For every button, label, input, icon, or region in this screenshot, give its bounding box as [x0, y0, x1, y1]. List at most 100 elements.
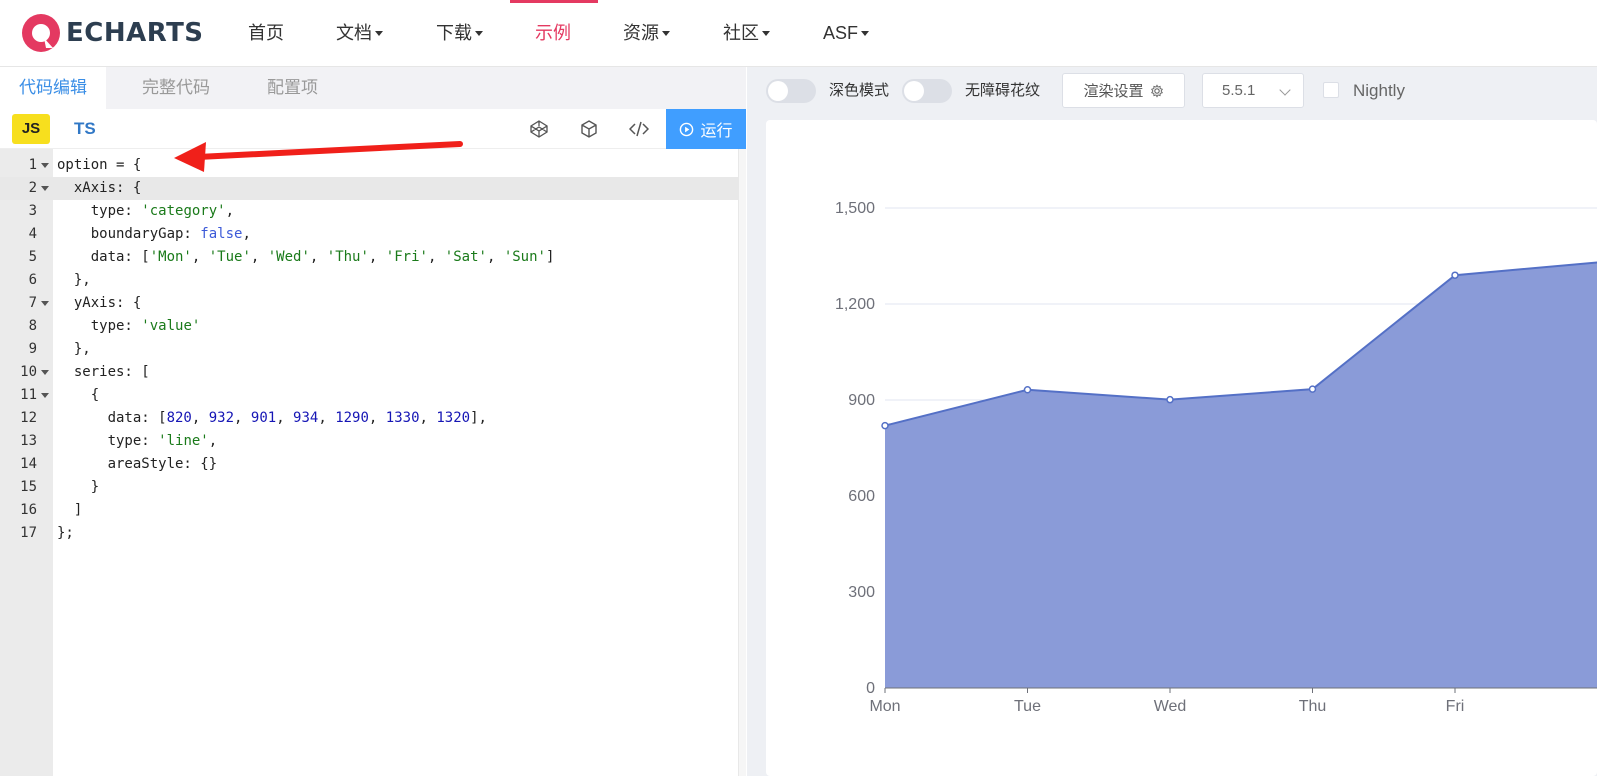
code-line[interactable]: 12 data: [820, 932, 901, 934, 1290, 1330… — [0, 407, 738, 430]
code-text: areaStyle: {} — [57, 456, 218, 472]
tab-options[interactable]: 配置项 — [248, 67, 337, 109]
code-line[interactable]: 13 type: 'line', — [0, 430, 738, 453]
code-line[interactable]: 9 }, — [0, 338, 738, 361]
echarts-logo[interactable]: ECHARTS — [20, 12, 204, 54]
code-line[interactable]: 2 xAxis: { — [0, 177, 738, 200]
code-text: series: [ — [57, 364, 150, 380]
code-text: }, — [57, 272, 91, 288]
y-tick-label: 0 — [866, 680, 875, 697]
caret-down-icon — [662, 31, 670, 36]
x-tick-label: Wed — [1154, 698, 1187, 715]
accessibility-toggle[interactable] — [902, 79, 952, 103]
code-line[interactable]: 3 type: 'category', — [0, 200, 738, 223]
y-tick-label: 900 — [848, 392, 875, 409]
run-button-label: 运行 — [700, 123, 733, 140]
nav-home[interactable]: 首页 — [248, 0, 284, 67]
code-text: type: 'category', — [57, 203, 235, 219]
nav-community-label: 社区 — [723, 23, 759, 43]
fold-toggle-icon[interactable] — [41, 163, 49, 168]
code-line[interactable]: 15 } — [0, 476, 738, 499]
line-number: 7 — [28, 295, 37, 311]
nav-resources-label: 资源 — [623, 23, 659, 43]
line-number: 4 — [28, 226, 37, 242]
line-number: 3 — [28, 203, 37, 219]
code-line[interactable]: 6 }, — [0, 269, 738, 292]
nightly-label: Nightly — [1353, 81, 1405, 100]
line-number: 17 — [20, 525, 37, 541]
y-tick-label: 1,500 — [835, 200, 875, 217]
series-area — [885, 262, 1597, 688]
line-number: 8 — [28, 318, 37, 334]
code-text: }; — [57, 525, 74, 541]
version-select[interactable]: 5.5.1 — [1202, 73, 1304, 108]
fold-toggle-icon[interactable] — [41, 186, 49, 191]
annotation-arrow — [174, 141, 463, 172]
data-point — [1308, 385, 1317, 393]
dark-mode-toggle[interactable] — [766, 79, 816, 103]
chevron-down-icon — [1279, 84, 1291, 96]
line-number: 1 — [28, 157, 37, 173]
code-text: } — [57, 479, 100, 495]
line-number: 13 — [20, 433, 37, 449]
render-settings-label: 渲染设置 — [1083, 83, 1144, 100]
y-tick-label: 300 — [848, 584, 875, 601]
dark-mode-label: 深色模式 — [829, 82, 890, 99]
code-line[interactable]: 16 ] — [0, 499, 738, 522]
lang-ts-button[interactable]: TS — [74, 114, 96, 144]
caret-down-icon — [762, 31, 770, 36]
editor-scrollbar[interactable] — [738, 149, 746, 776]
tab-full-code[interactable]: 完整代码 — [123, 67, 229, 109]
codesandbox-icon[interactable] — [579, 119, 599, 139]
code-embed-icon[interactable] — [629, 119, 649, 139]
nav-examples[interactable]: 示例 — [535, 0, 571, 67]
code-line[interactable]: 7 yAxis: { — [0, 292, 738, 315]
line-number: 16 — [20, 502, 37, 518]
line-number: 12 — [20, 410, 37, 426]
preview-panel: 深色模式 无障碍花纹 渲染设置 5.5.1 Nightly 0 300 600 900… — [747, 67, 1597, 776]
code-line[interactable]: 11 { — [0, 384, 738, 407]
caret-down-icon — [475, 31, 483, 36]
code-editor[interactable]: 1 option = {2 xAxis: {3 type: 'category',… — [0, 149, 746, 776]
nav-resources[interactable]: 资源 — [623, 0, 670, 67]
lang-js-button[interactable]: JS — [12, 114, 50, 144]
code-text: boundaryGap: false, — [57, 226, 251, 242]
nightly-checkbox[interactable] — [1323, 82, 1339, 98]
line-number: 11 — [20, 387, 37, 403]
code-text: xAxis: { — [57, 180, 142, 196]
render-settings-button[interactable]: 渲染设置 — [1062, 73, 1185, 108]
tab-code-edit[interactable]: 代码编辑 — [0, 67, 106, 109]
line-number: 5 — [28, 249, 37, 265]
y-tick-label: 600 — [848, 488, 875, 505]
codepen-icon[interactable] — [529, 119, 549, 139]
code-line[interactable]: 4 boundaryGap: false, — [0, 223, 738, 246]
caret-down-icon — [375, 31, 383, 36]
data-point — [1023, 386, 1032, 394]
code-line[interactable]: 17}; — [0, 522, 738, 545]
play-circle-icon — [680, 122, 694, 136]
gear-icon — [1150, 83, 1163, 98]
y-tick-label: 1,200 — [835, 296, 875, 313]
line-number: 2 — [28, 180, 37, 196]
data-point — [1451, 271, 1459, 279]
line-number: 9 — [28, 341, 37, 357]
code-line[interactable]: 8 type: 'value' — [0, 315, 738, 338]
nav-community[interactable]: 社区 — [723, 0, 770, 67]
code-text: type: 'value' — [57, 318, 201, 334]
nav-examples-label: 示例 — [535, 23, 571, 43]
nav-download[interactable]: 下载 — [436, 0, 483, 67]
data-point — [1166, 395, 1174, 404]
fold-toggle-icon[interactable] — [41, 393, 49, 398]
fold-toggle-icon[interactable] — [41, 370, 49, 375]
area-chart: 0 300 600 900 1,200 1,500 Mon Tue Wed Thu Fri — [835, 200, 1597, 715]
nav-asf[interactable]: ASF — [823, 0, 870, 67]
code-line[interactable]: 5 data: ['Mon', 'Tue', 'Wed', 'Thu', 'Fr… — [0, 246, 738, 269]
nav-docs[interactable]: 文档 — [336, 0, 383, 67]
code-text: option = { — [57, 157, 142, 173]
code-text: { — [57, 387, 100, 403]
top-nav: ECHARTS 首页 文档 下载 示例 资源 社区 ASF — [0, 0, 1597, 67]
code-line[interactable]: 14 areaStyle: {} — [0, 453, 738, 476]
fold-toggle-icon[interactable] — [41, 301, 49, 306]
run-button[interactable]: 运行 — [666, 109, 746, 149]
code-line[interactable]: 10 series: [ — [0, 361, 738, 384]
line-number: 10 — [20, 364, 37, 380]
